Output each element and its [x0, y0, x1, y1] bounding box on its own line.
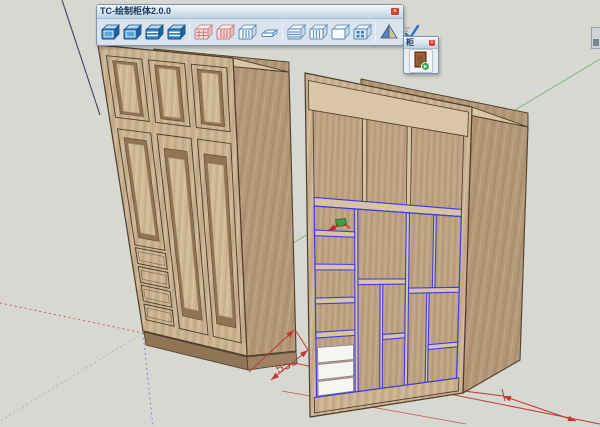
- box-hsplit-icon: [144, 22, 164, 42]
- box-solid-icon: [122, 22, 142, 42]
- pyramid-icon: [379, 22, 399, 42]
- box-hsplit-icon: [166, 22, 186, 42]
- tool-solid-pyramid-button[interactable]: [378, 20, 400, 44]
- tool-cabinet-vertical-button[interactable]: [236, 20, 258, 44]
- toolbar-separator: [189, 22, 190, 42]
- tool-cabinet-shelved-1-button[interactable]: [143, 20, 165, 44]
- box-vsplit-blue-icon: [237, 22, 257, 42]
- tool-blank-board-button[interactable]: [329, 20, 351, 44]
- cabinet-component-button[interactable]: [409, 49, 433, 73]
- box-blank-icon: [330, 22, 350, 42]
- palette-title: 柜: [406, 38, 428, 47]
- tool-cabinet-solid-1-button[interactable]: [99, 20, 121, 44]
- toolbar-close-button[interactable]: ×: [390, 7, 400, 16]
- cabinet-palette-window[interactable]: 柜 ×: [403, 36, 439, 74]
- palette-close-button[interactable]: ×: [428, 39, 436, 47]
- docked-panel-fragment[interactable]: [591, 27, 600, 49]
- toolbar-titlebar[interactable]: TC-绘制柜体2.0.0 ×: [97, 5, 403, 19]
- cabinet-door-icon: [412, 51, 430, 71]
- viewport-3d[interactable]: 550: [0, 0, 600, 427]
- tool-cabinet-shelved-2-button[interactable]: [165, 20, 187, 44]
- box-grid-pink-icon: [193, 22, 213, 42]
- tool-flat-panel-button[interactable]: [258, 20, 280, 44]
- tool-cabinet-solid-2-button[interactable]: [121, 20, 143, 44]
- keypad-icon: [352, 22, 372, 42]
- tool-cabinet-vertical-pink-button[interactable]: [214, 20, 236, 44]
- box-hlines-icon: [286, 22, 306, 42]
- box-solid-icon: [100, 22, 120, 42]
- left-wardrobe-closed[interactable]: [98, 45, 297, 370]
- box-vlines-icon: [308, 22, 328, 42]
- box-vsplit-pink-icon: [215, 22, 235, 42]
- sketchup-viewport[interactable]: 550 TC-绘制柜体2.0.0 ×: [0, 0, 600, 427]
- slab-icon: [259, 22, 279, 42]
- palette-titlebar[interactable]: 柜 ×: [404, 37, 438, 49]
- toolbar-separator: [375, 22, 376, 42]
- docked-panel-icon: [593, 39, 599, 46]
- tool-cabinet-grid-back-button[interactable]: [192, 20, 214, 44]
- plugin-toolbar-window[interactable]: TC-绘制柜体2.0.0 ×: [96, 4, 404, 46]
- stray-edge-line: [62, 0, 100, 115]
- toolbar-icons: [97, 19, 403, 45]
- right-wardrobe-carcass[interactable]: [305, 73, 528, 417]
- tool-horizontal-shelf-button[interactable]: [285, 20, 307, 44]
- toolbar-separator: [282, 22, 283, 42]
- tool-hardware-grid-button[interactable]: [351, 20, 373, 44]
- tool-vertical-divider-button[interactable]: [307, 20, 329, 44]
- toolbar-title: TC-绘制柜体2.0.0: [100, 6, 390, 17]
